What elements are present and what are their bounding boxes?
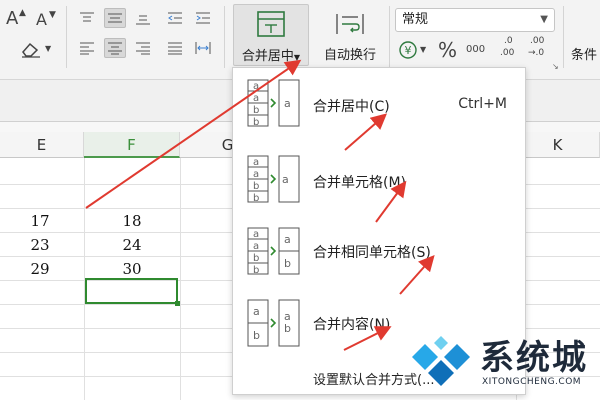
merge-cells-icon: [257, 11, 285, 37]
watermark-title: 系统城: [480, 338, 588, 378]
svg-text:b: b: [253, 105, 259, 116]
svg-text:b: b: [253, 329, 260, 342]
align-center-icon: [108, 42, 122, 55]
font-shrink-icon: A: [36, 10, 47, 29]
menu-item-merge-same-cells[interactable]: a a b b a b 合并相同单元格(S): [233, 216, 525, 286]
align-bottom-icon: [136, 15, 150, 25]
align-left-icon: [80, 42, 94, 55]
svg-text:a: a: [253, 157, 259, 168]
increase-indent-button[interactable]: [192, 8, 214, 28]
increase-indent-icon: [196, 12, 210, 24]
svg-text:¥: ¥: [405, 44, 412, 57]
menu-item-label: 合并相同单元格(S): [313, 245, 431, 261]
justify-icon: [168, 42, 182, 55]
menu-item-shortcut: Ctrl+M: [458, 96, 507, 112]
decrease-indent-button[interactable]: [164, 8, 186, 28]
svg-text:b: b: [253, 117, 259, 128]
svg-text:b: b: [253, 193, 259, 204]
align-left-button[interactable]: [76, 38, 98, 58]
cell-e-row1[interactable]: 17: [0, 212, 80, 230]
merge-center-icon: a a b b a: [247, 79, 300, 128]
font-grow-button[interactable]: A ▲: [4, 8, 30, 30]
svg-text:a: a: [282, 173, 289, 186]
cell-f-row3[interactable]: 30: [92, 260, 172, 278]
decrease-decimal-button[interactable]: .00 →.0: [528, 36, 552, 64]
watermark-logo: [412, 327, 470, 386]
percent-button[interactable]: %: [438, 38, 460, 62]
wrap-text-label: 自动换行: [323, 48, 376, 63]
align-center-button[interactable]: [104, 38, 126, 58]
chevron-down-icon: ▼: [540, 14, 548, 25]
align-middle-button[interactable]: [104, 8, 126, 28]
svg-text:b: b: [253, 265, 259, 276]
column-header-f[interactable]: F: [84, 132, 180, 158]
wrap-text-button[interactable]: 自动换行: [314, 4, 386, 66]
justify-button[interactable]: [164, 38, 186, 58]
separator: [224, 6, 225, 68]
cell-f-row1[interactable]: 18: [92, 212, 172, 230]
selected-cell[interactable]: [85, 278, 180, 306]
menu-item-label: 合并单元格(M): [313, 175, 407, 191]
cell-e-row2[interactable]: 23: [0, 236, 80, 254]
menu-item-merge-center[interactable]: a a b b a 合并居中(C) Ctrl+M: [233, 68, 525, 138]
thousands-icon: 000: [466, 44, 486, 55]
thousands-separator-button[interactable]: 000: [466, 38, 490, 62]
svg-text:a: a: [253, 169, 259, 180]
merge-center-label: 合并居中▼: [241, 49, 301, 64]
decrease-indent-icon: [168, 12, 182, 24]
menu-item-label: 合并内容(N): [313, 317, 391, 333]
merge-center-button[interactable]: 合并居中▼: [233, 4, 309, 66]
wrap-text-icon: [336, 14, 364, 34]
align-right-icon: [136, 42, 150, 55]
svg-text:b: b: [284, 257, 291, 270]
currency-icon: ¥: [399, 41, 417, 59]
menu-item-label: 合并居中(C): [313, 99, 390, 115]
align-top-icon: [80, 12, 94, 22]
merge-same-cells-icon: a a b b a b: [247, 227, 300, 276]
font-grow-icon: A: [6, 8, 19, 29]
separator: [563, 6, 564, 68]
number-dialog-launcher-icon[interactable]: ↘: [552, 62, 559, 71]
currency-button[interactable]: ¥ ▼: [398, 40, 434, 62]
distributed-align-button[interactable]: [192, 38, 214, 58]
svg-text:a: a: [253, 93, 259, 104]
watermark-subtitle: XITONGCHENG.COM: [482, 377, 582, 387]
svg-text:a: a: [284, 97, 291, 110]
svg-text:b: b: [284, 322, 291, 335]
svg-text:b: b: [253, 181, 259, 192]
svg-text:a: a: [253, 229, 259, 240]
menu-item-merge-cells[interactable]: a a b b a 合并单元格(M): [233, 144, 525, 214]
eraser-icon: [22, 42, 40, 58]
align-right-button[interactable]: [132, 38, 154, 58]
separator: [66, 6, 67, 68]
distributed-align-icon: [195, 42, 211, 54]
align-middle-icon: [108, 13, 122, 23]
number-format-value: 常规: [402, 12, 429, 27]
conditional-format-label[interactable]: 条件: [571, 44, 597, 63]
svg-text:a: a: [284, 233, 291, 246]
chevron-down-icon: ▼: [293, 53, 301, 62]
clear-format-button[interactable]: ▼: [20, 40, 54, 62]
svg-text:b: b: [253, 253, 259, 264]
align-bottom-button[interactable]: [132, 8, 154, 28]
cell-f-row2[interactable]: 24: [92, 236, 172, 254]
number-format-select[interactable]: 常规 ▼: [395, 8, 555, 32]
column-header-k[interactable]: K: [516, 132, 600, 158]
svg-text:a: a: [253, 241, 259, 252]
align-top-button[interactable]: [76, 8, 98, 28]
svg-text:a: a: [253, 305, 260, 318]
svg-text:a: a: [253, 81, 259, 92]
percent-icon: %: [438, 38, 458, 62]
column-header-e[interactable]: E: [0, 132, 84, 158]
merge-cells-icon: a a b b a: [247, 155, 300, 204]
merge-content-icon: a b a b: [247, 299, 300, 347]
separator: [389, 6, 390, 68]
font-shrink-button[interactable]: A ▼: [34, 8, 60, 30]
increase-decimal-button[interactable]: .0 .00: [498, 36, 522, 64]
cell-e-row3[interactable]: 29: [0, 260, 80, 278]
